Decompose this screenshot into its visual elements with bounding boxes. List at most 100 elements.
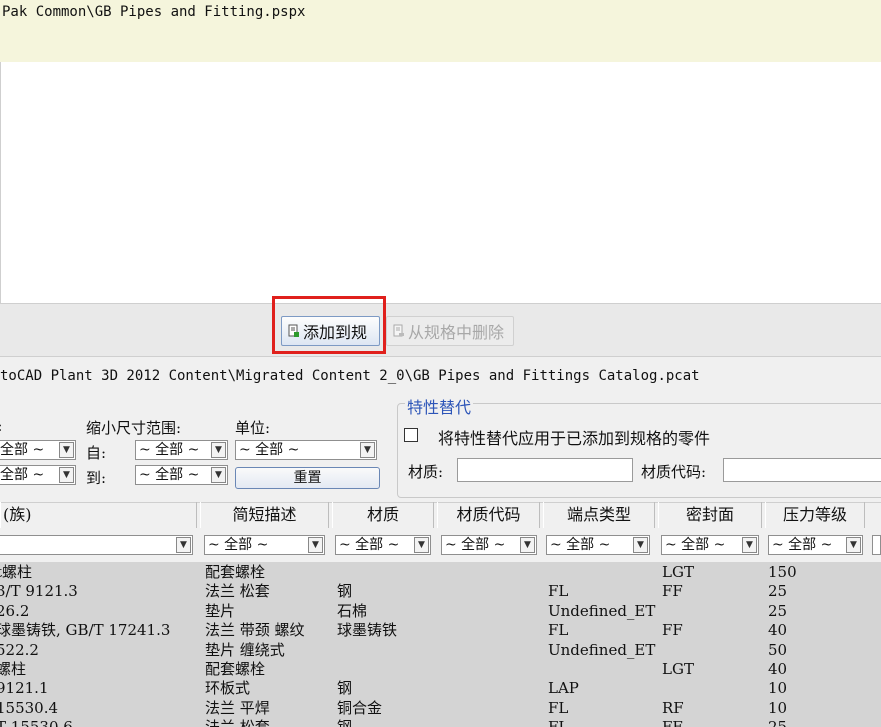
table-cell: 钢 xyxy=(337,679,353,698)
combo-value: ~ 全部 ~ xyxy=(665,537,726,553)
remove-from-spec-label: 从规格中删除 xyxy=(408,323,505,342)
combo-value: ~ 全部 ~ xyxy=(339,537,400,553)
combo-value: ~ 全部 ~ xyxy=(208,537,269,553)
combo-value: ~ 全部 ~ xyxy=(550,537,611,553)
combo-value: 全部 xyxy=(0,467,28,483)
table-cell: 球墨铸铁 xyxy=(337,621,398,640)
chevron-down-icon: ▼ xyxy=(520,537,535,553)
table-cell: LGT xyxy=(662,660,694,678)
chevron-down-icon: ▼ xyxy=(59,467,74,483)
column-material[interactable]: 材质 xyxy=(332,502,434,528)
table-cell: Undefined_ET xyxy=(548,601,656,620)
chevron-down-icon: ▼ xyxy=(846,537,861,553)
chevron-down-icon: ▼ xyxy=(414,537,429,553)
column-pressure-class[interactable]: 压力等级 xyxy=(765,502,865,528)
table-cell: 150 xyxy=(768,563,797,581)
table-cell: LAP xyxy=(548,679,579,698)
table-cell: 40 xyxy=(768,621,788,640)
table-cell: 法兰 平焊 xyxy=(205,698,270,717)
table-cell: FL xyxy=(548,582,569,601)
table-row[interactable]: 球墨铸铁, GB/T 17241.3 法兰 带颈 螺纹 球墨铸铁 FL FF 40 xyxy=(0,621,881,640)
filter-label-partial: J: xyxy=(0,417,2,435)
chevron-down-icon: ▼ xyxy=(211,467,226,483)
table-cell: LGT xyxy=(662,563,694,581)
reset-button[interactable]: 重置 xyxy=(235,467,380,489)
table-cell: T 15530.6 xyxy=(0,718,73,727)
table-cell: 3/T 9121.3 xyxy=(0,582,78,601)
reduce-range-label: 缩小尺寸范围: xyxy=(86,419,182,437)
table-cell: 钢 xyxy=(337,718,352,727)
table-cell: FF xyxy=(662,582,683,601)
table-cell: Undefined_ET xyxy=(548,640,656,659)
size-to-combo[interactable]: ~ 全部 ~ ▼ xyxy=(135,465,228,485)
remove-from-spec-button[interactable]: 从规格中删除 xyxy=(386,316,514,346)
table-row[interactable]: 26.2 垫片 石棉 Undefined_ET 25 xyxy=(0,602,881,621)
spec-parts-area[interactable] xyxy=(0,62,881,303)
table-row[interactable]: 3/T 9121.3 法兰 松套 钢 FL FF 25 xyxy=(0,582,881,601)
combo-value: ~ 全部 ~ xyxy=(445,537,506,553)
highlight-box xyxy=(272,296,386,354)
chevron-down-icon: ▼ xyxy=(742,537,757,553)
table-cell: 法兰 松套 xyxy=(205,582,270,601)
table-cell: FL xyxy=(548,621,569,640)
filter-combo-2[interactable]: 全部 ~ ▼ xyxy=(0,465,76,485)
filter-combo-1[interactable]: 全部 ~ ▼ xyxy=(0,440,76,460)
material-code-filter-combo[interactable]: ~ 全部 ~ ▼ xyxy=(441,535,537,555)
material-input[interactable] xyxy=(457,458,633,482)
table-cell: 配套螺栓 xyxy=(205,563,266,581)
unit-combo[interactable]: ~ 全部 ~ ▼ xyxy=(235,440,377,460)
table-cell: 522.2 xyxy=(0,640,39,659)
size-from-combo[interactable]: ~ 全部 ~ ▼ xyxy=(135,440,228,460)
material-code-input[interactable] xyxy=(723,458,881,482)
chevron-down-icon: ▼ xyxy=(59,442,74,458)
material-filter-combo[interactable]: ~ 全部 ~ ▼ xyxy=(335,535,431,555)
column-material-code[interactable]: 材质代码 xyxy=(437,502,540,528)
description-filter-combo[interactable]: ~ 全部 ~ ▼ xyxy=(204,535,325,555)
table-cell: 垫片 xyxy=(205,601,236,620)
material-label: 材质: xyxy=(408,463,444,481)
catalog-grid-body: t螺柱配套螺栓LGT1503/T 9121.3法兰 松套钢FLFF2526.2垫… xyxy=(0,562,881,727)
combo-value: ~ 全部 ~ xyxy=(139,442,200,458)
table-cell: 石棉 xyxy=(337,601,368,620)
apply-override-label: 将特性替代应用于已添加到规格的零件 xyxy=(438,429,711,448)
table-row[interactable]: 9121.1 环板式 钢 LAP 10 xyxy=(0,679,881,698)
to-label: 到: xyxy=(86,469,107,487)
table-cell: 法兰 松套 xyxy=(205,718,270,727)
column-end-type[interactable]: 端点类型 xyxy=(543,502,655,528)
material-code-label: 材质代码: xyxy=(641,463,707,481)
table-cell: 15530.4 xyxy=(0,698,59,717)
table-cell: 25 xyxy=(768,601,788,620)
table-row[interactable]: 15530.4 法兰 平焊 铜合金 FL RF 10 xyxy=(0,699,881,718)
table-cell: 配套螺栓 xyxy=(205,660,266,678)
chevron-down-icon: ▼ xyxy=(308,537,323,553)
remove-document-icon xyxy=(393,324,404,337)
pressure-filter-combo[interactable]: ~ 全部 ~ ▼ xyxy=(768,535,863,555)
family-filter-combo[interactable]: ▼ xyxy=(0,535,193,555)
table-cell: t螺柱 xyxy=(0,563,33,581)
column-facing[interactable]: 密封面 xyxy=(658,502,762,528)
table-cell: 26.2 xyxy=(0,601,30,620)
table-cell: 环板式 xyxy=(205,679,251,698)
table-cell: 铜合金 xyxy=(337,698,383,717)
table-cell: FF xyxy=(662,718,683,727)
table-row[interactable]: 522.2 垫片 缠绕式 Undefined_ET 50 xyxy=(0,641,881,660)
combo-value: 全部 xyxy=(0,442,28,458)
column-short-description[interactable]: 简短描述 xyxy=(200,502,329,528)
property-override-title: 特性替代 xyxy=(405,394,474,418)
extra-filter-combo[interactable] xyxy=(872,535,881,555)
apply-override-checkbox[interactable] xyxy=(404,428,418,442)
chevron-down-icon: ▼ xyxy=(633,537,648,553)
column-family[interactable]: (族) xyxy=(0,502,197,528)
chevron-down-icon: ▼ xyxy=(211,442,226,458)
table-cell: RF xyxy=(662,698,684,717)
table-cell: 球墨铸铁, GB/T 17241.3 xyxy=(0,621,171,640)
table-row[interactable]: 螺柱 配套螺栓 LGT 40 xyxy=(0,660,881,679)
end-type-filter-combo[interactable]: ~ 全部 ~ ▼ xyxy=(546,535,650,555)
table-row[interactable]: t螺柱 配套螺栓 LGT 150 xyxy=(0,563,881,582)
table-cell: 螺柱 xyxy=(0,660,27,678)
table-cell: 法兰 带颈 螺纹 xyxy=(205,621,305,640)
table-cell: FL xyxy=(548,718,568,727)
facing-filter-combo[interactable]: ~ 全部 ~ ▼ xyxy=(661,535,759,555)
table-row[interactable]: T 15530.6 法兰 松套 钢 FL FF 25 xyxy=(0,718,881,727)
chevron-down-icon: ▼ xyxy=(360,442,375,458)
